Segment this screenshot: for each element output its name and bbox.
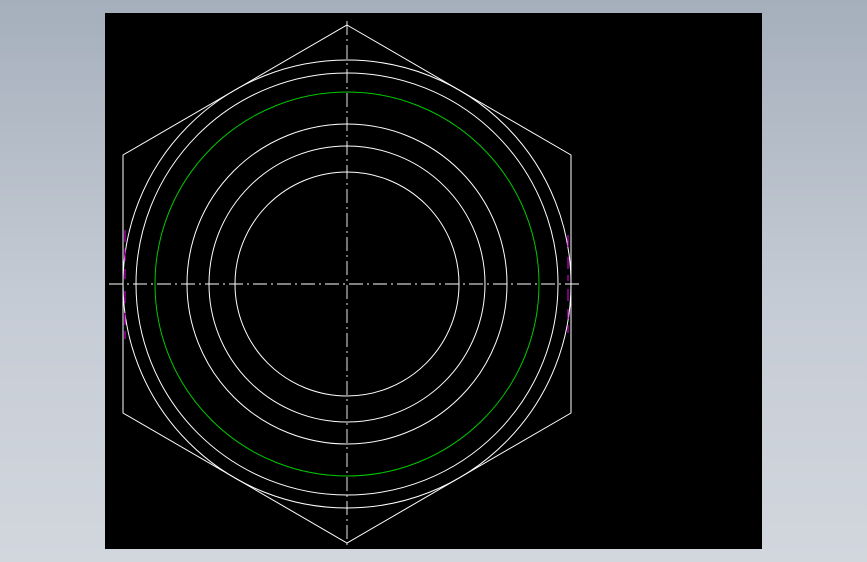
counterbore-circle: [208, 145, 486, 423]
cad-viewport[interactable]: [105, 13, 762, 549]
cad-drawing-canvas: [109, 21, 583, 547]
